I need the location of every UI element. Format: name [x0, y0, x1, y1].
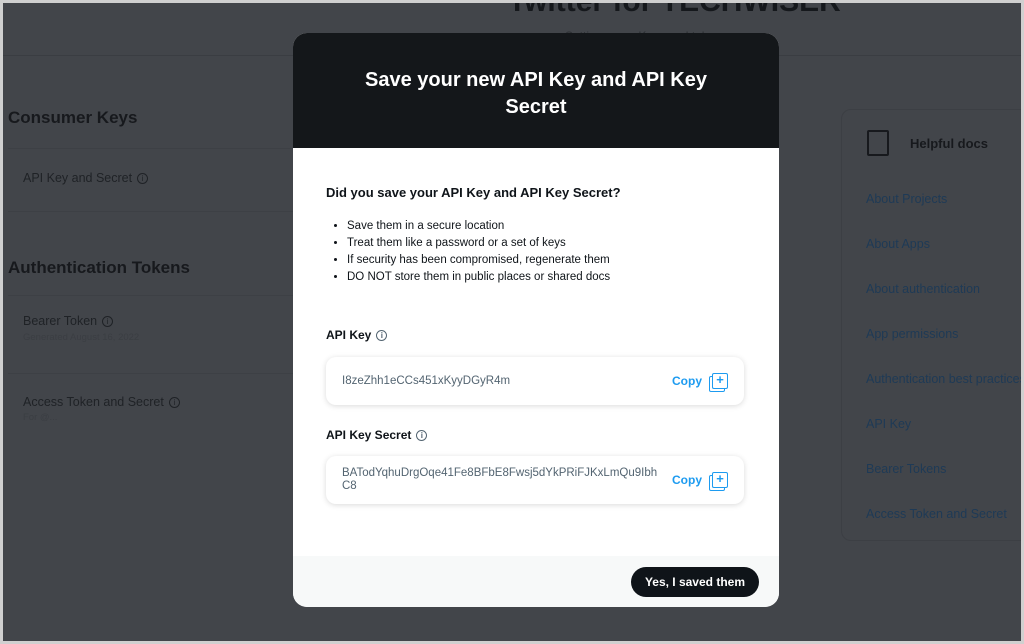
doc-link[interactable]: Access Token and Secret: [866, 507, 1007, 521]
doc-link[interactable]: About Projects: [866, 192, 947, 206]
helpful-docs-panel: Helpful docs About Projects About Apps A…: [841, 109, 1021, 541]
info-icon: i: [137, 173, 149, 184]
item-label: Bearer Token: [23, 314, 98, 328]
item-label: Access Token and Secret: [23, 395, 164, 409]
save-keys-modal: Save your new API Key and API Key Secret…: [293, 33, 779, 607]
section-title-authentication-tokens: Authentication Tokens: [8, 258, 190, 277]
item-label: API Key and Secret: [23, 171, 133, 185]
item-access-token[interactable]: Access Token and Secret i: [23, 395, 180, 409]
api-key-label: API Key i: [326, 328, 388, 342]
tip: If security has been compromised, regene…: [347, 252, 610, 269]
doc-link[interactable]: About Apps: [866, 237, 930, 251]
doc-link[interactable]: Bearer Tokens: [866, 462, 946, 476]
doc-link[interactable]: API Key: [866, 417, 911, 431]
divider: [8, 148, 293, 149]
api-secret-value[interactable]: BATodYqhuDrgOqe41Fe8BFbE8Fwsj5dYkPRiFJKx…: [342, 467, 660, 493]
info-icon[interactable]: i: [376, 330, 388, 341]
document-icon: [867, 130, 889, 156]
api-key-value[interactable]: I8zeZhh1eCCs451xKyyDGyR4m: [342, 375, 660, 388]
doc-link[interactable]: Authentication best practices: [866, 372, 1021, 386]
api-secret-field: BATodYqhuDrgOqe41Fe8BFbE8Fwsj5dYkPRiFJKx…: [326, 456, 744, 504]
api-key-field: I8zeZhh1eCCs451xKyyDGyR4m Copy +: [326, 357, 744, 405]
api-secret-label: API Key Secret i: [326, 428, 428, 442]
app-title: Twitter for TECHWISER: [508, 3, 841, 19]
modal-footer: Yes, I saved them: [293, 556, 779, 607]
label-text: API Key: [326, 328, 372, 342]
item-api-key-and-secret[interactable]: API Key and Secret i: [23, 171, 149, 185]
tip: DO NOT store them in public places or sh…: [347, 269, 610, 286]
copy-api-key-button[interactable]: Copy: [672, 374, 702, 388]
label-text: API Key Secret: [326, 428, 412, 442]
item-subtext: For @...: [23, 412, 58, 423]
tip: Save them in a secure location: [347, 218, 610, 235]
info-icon[interactable]: i: [416, 430, 428, 441]
divider: [8, 211, 293, 212]
info-icon: i: [168, 397, 180, 408]
copy-api-secret-button[interactable]: Copy: [672, 473, 702, 487]
tips-list: Save them in a secure location Treat the…: [333, 218, 610, 286]
item-bearer-token[interactable]: Bearer Token i: [23, 314, 114, 328]
doc-link[interactable]: App permissions: [866, 327, 958, 341]
tip: Treat them like a password or a set of k…: [347, 235, 610, 252]
info-icon: i: [102, 316, 114, 327]
divider: [8, 295, 293, 296]
modal-question: Did you save your API Key and API Key Se…: [326, 185, 621, 200]
divider: [8, 373, 293, 374]
doc-link[interactable]: About authentication: [866, 282, 980, 296]
docs-title: Helpful docs: [910, 136, 989, 151]
page-background: Twitter for TECHWISER Settings Keys and …: [3, 3, 1021, 641]
confirm-saved-button[interactable]: Yes, I saved them: [630, 567, 759, 597]
section-title-consumer-keys: Consumer Keys: [8, 108, 138, 127]
item-subtext: Generated August 16, 2022: [23, 332, 140, 343]
copy-icon[interactable]: +: [712, 373, 728, 389]
modal-title: Save your new API Key and API Key Secret: [293, 33, 779, 148]
copy-icon[interactable]: +: [712, 472, 728, 488]
